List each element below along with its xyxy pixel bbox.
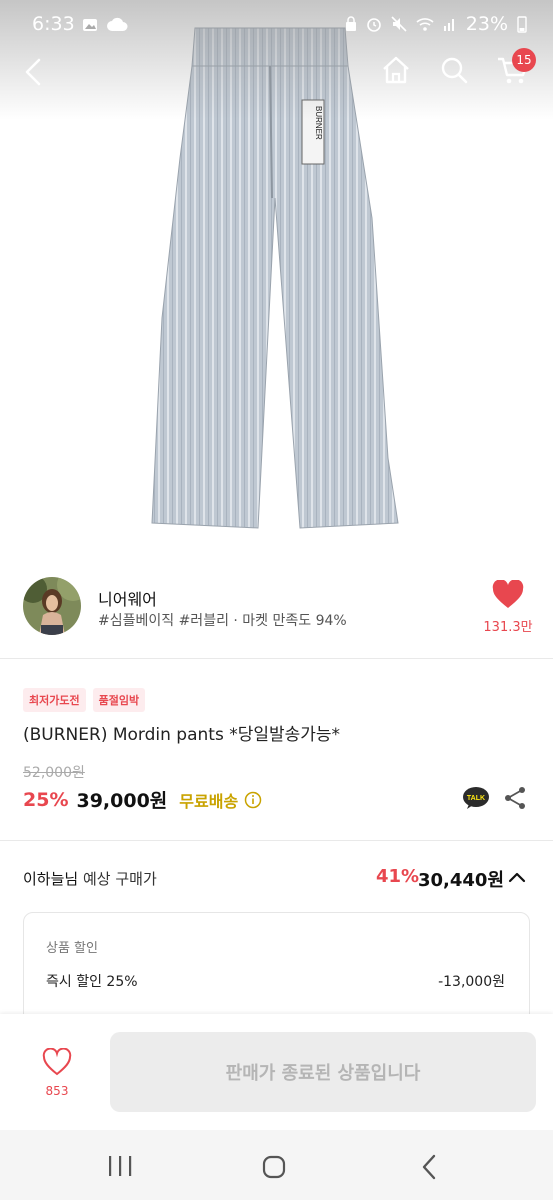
seller-avatar[interactable] [23,577,81,635]
recent-apps-icon[interactable] [107,1155,133,1177]
system-back-icon[interactable] [420,1154,438,1180]
badge-lowest-price: 최저가도전 [23,688,86,712]
kakao-talk-icon[interactable]: TALK [462,786,490,810]
status-time: 6:33 [32,13,75,35]
alarm-icon [366,18,381,32]
expected-label: 예상 구매가 [82,870,157,888]
home-button-icon[interactable] [262,1155,286,1179]
battery-icon [517,16,527,33]
seller-like-button[interactable]: 131.3만 [480,579,536,635]
battery-text: 23% [465,13,508,35]
kakao-talk-label: TALK [467,795,485,802]
back-arrow-icon[interactable] [22,56,46,88]
mute-icon [391,16,407,32]
wish-button[interactable]: 853 [34,1047,80,1098]
signal-icon [443,19,454,31]
lock-icon [345,16,356,31]
share-button[interactable] [503,786,527,814]
divider [0,840,553,841]
product-title: (BURNER) Mordin pants *당일발송가능* [23,725,341,745]
expected-price: 30,440원 [418,870,505,891]
kakao-talk-button[interactable]: TALK [462,786,490,814]
bottom-action-bar: 853 판매가 종료된 상품입니다 [0,1014,553,1130]
info-icon[interactable] [244,791,262,809]
heart-outline-icon[interactable] [42,1047,72,1076]
cart-count-badge: 15 [512,48,536,72]
free-shipping-label: 무료배송 [179,791,239,811]
discount-detail-title: 상품 할인 [46,941,98,956]
wish-count: 853 [45,1084,69,1098]
original-price: 52,000원 [23,765,85,781]
expected-rate: 41% [376,866,420,887]
sale-price: 39,000원 [76,790,168,812]
sold-out-button[interactable]: 판매가 종료된 상품입니다 [110,1032,536,1112]
price-row: 25% 39,000원 무료배송 [23,786,262,813]
gallery-icon [83,19,97,31]
seller-tags: #심플베이직 #러블리 · 마켓 만족도 94% [98,613,347,629]
chevron-up-icon[interactable] [508,870,526,884]
wifi-icon [416,18,434,31]
home-icon[interactable] [380,54,412,86]
expected-price-label: 이하늘님 예상 구매가 [23,868,157,889]
expected-price-row[interactable]: 이하늘님 예상 구매가 41% 30,440원 [0,860,553,900]
seller-name[interactable]: 니어웨어 [98,586,157,610]
cloud-icon [107,17,128,31]
status-bar: 6:33 23% [0,0,553,52]
badge-almost-soldout: 품절임박 [92,688,146,712]
instant-discount-value: -13,000원 [438,974,505,990]
top-nav [0,52,553,92]
instant-discount-label: 즉시 할인 25% [46,974,138,990]
seller-section[interactable]: 니어웨어 #심플베이직 #러블리 · 마켓 만족도 94% 131.3만 [0,572,553,658]
system-nav-bar [0,1130,553,1200]
discount-rate: 25% [23,788,69,811]
share-icon[interactable] [503,786,527,810]
divider [0,658,553,659]
heart-filled-icon[interactable] [492,579,524,610]
user-name: 이하늘님 [23,870,79,888]
search-icon[interactable] [438,54,470,86]
badge-list: 최저가도전 품절임박 [23,688,146,712]
seller-like-count: 131.3만 [483,620,533,635]
